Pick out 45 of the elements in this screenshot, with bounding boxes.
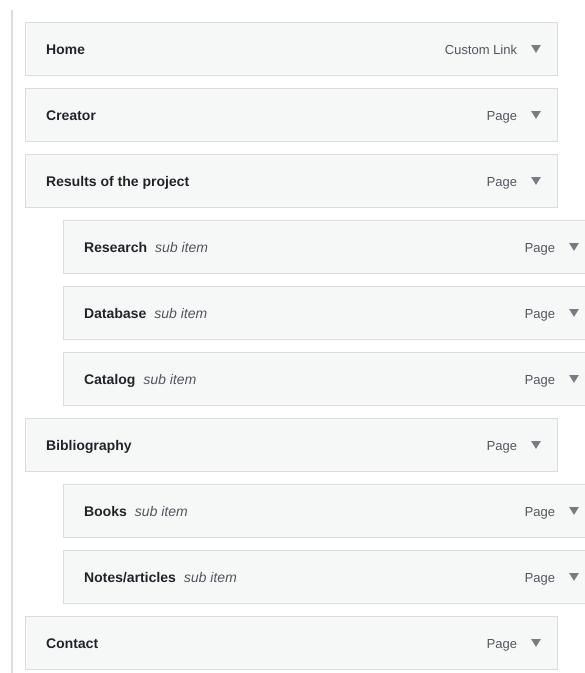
menu-item-bar[interactable]: Creator Page bbox=[25, 88, 558, 142]
menu-item-title: Database bbox=[84, 305, 146, 321]
menu-item-bar[interactable]: Database sub item Page bbox=[63, 286, 585, 340]
menu-item-title: Results of the project bbox=[46, 173, 190, 189]
item-type-label: Page bbox=[486, 174, 517, 188]
caret-icon[interactable] bbox=[569, 573, 579, 581]
menu-item-bar[interactable]: Notes/articles sub item Page bbox=[63, 550, 585, 604]
item-type-label: Page bbox=[524, 240, 555, 254]
menu-item-bar[interactable]: Bibliography Page bbox=[25, 418, 558, 472]
item-type-label: Page bbox=[486, 636, 517, 650]
menu-item-bar[interactable]: Home Custom Link bbox=[25, 22, 558, 76]
caret-icon[interactable] bbox=[569, 243, 579, 251]
menu-item-title: Books bbox=[84, 503, 127, 519]
item-type-label: Page bbox=[524, 372, 555, 386]
menu-item-title: Research bbox=[84, 239, 148, 255]
sub-item-label: sub item bbox=[154, 305, 208, 321]
menu-item-title: Home bbox=[46, 41, 85, 57]
item-type-label: Page bbox=[486, 108, 517, 122]
caret-icon[interactable] bbox=[531, 45, 541, 53]
item-type-label: Custom Link bbox=[444, 42, 517, 56]
menu-item-bar[interactable]: Results of the project Page bbox=[25, 154, 558, 208]
caret-icon[interactable] bbox=[531, 639, 541, 647]
menu-item-title: Creator bbox=[46, 107, 96, 123]
item-type-label: Page bbox=[524, 570, 555, 584]
item-type-label: Page bbox=[486, 438, 517, 452]
caret-icon[interactable] bbox=[569, 375, 579, 383]
menu-item-bar[interactable]: Catalog sub item Page bbox=[63, 352, 585, 406]
sub-item-label: sub item bbox=[143, 371, 196, 387]
caret-icon[interactable] bbox=[569, 507, 579, 515]
item-type-label: Page bbox=[524, 504, 555, 518]
sub-item-label: sub item bbox=[184, 569, 237, 585]
sub-item-label: sub item bbox=[134, 503, 188, 519]
menu-item-bar[interactable]: Books sub item Page bbox=[63, 484, 585, 538]
menu-item-title: Bibliography bbox=[46, 437, 132, 453]
item-type-label: Page bbox=[524, 306, 555, 320]
caret-icon[interactable] bbox=[531, 441, 541, 449]
menu-item-bar[interactable]: Research sub item Page bbox=[63, 220, 585, 274]
menu-item-bar[interactable]: Contact Page bbox=[25, 616, 558, 670]
menu-item-title: Notes/articles bbox=[84, 569, 176, 585]
caret-icon[interactable] bbox=[531, 111, 541, 119]
menu-item-title: Catalog bbox=[84, 371, 136, 387]
sub-item-label: sub item bbox=[155, 239, 208, 255]
caret-icon[interactable] bbox=[569, 309, 579, 317]
caret-icon[interactable] bbox=[531, 177, 541, 185]
menu-item-title: Contact bbox=[46, 635, 98, 651]
